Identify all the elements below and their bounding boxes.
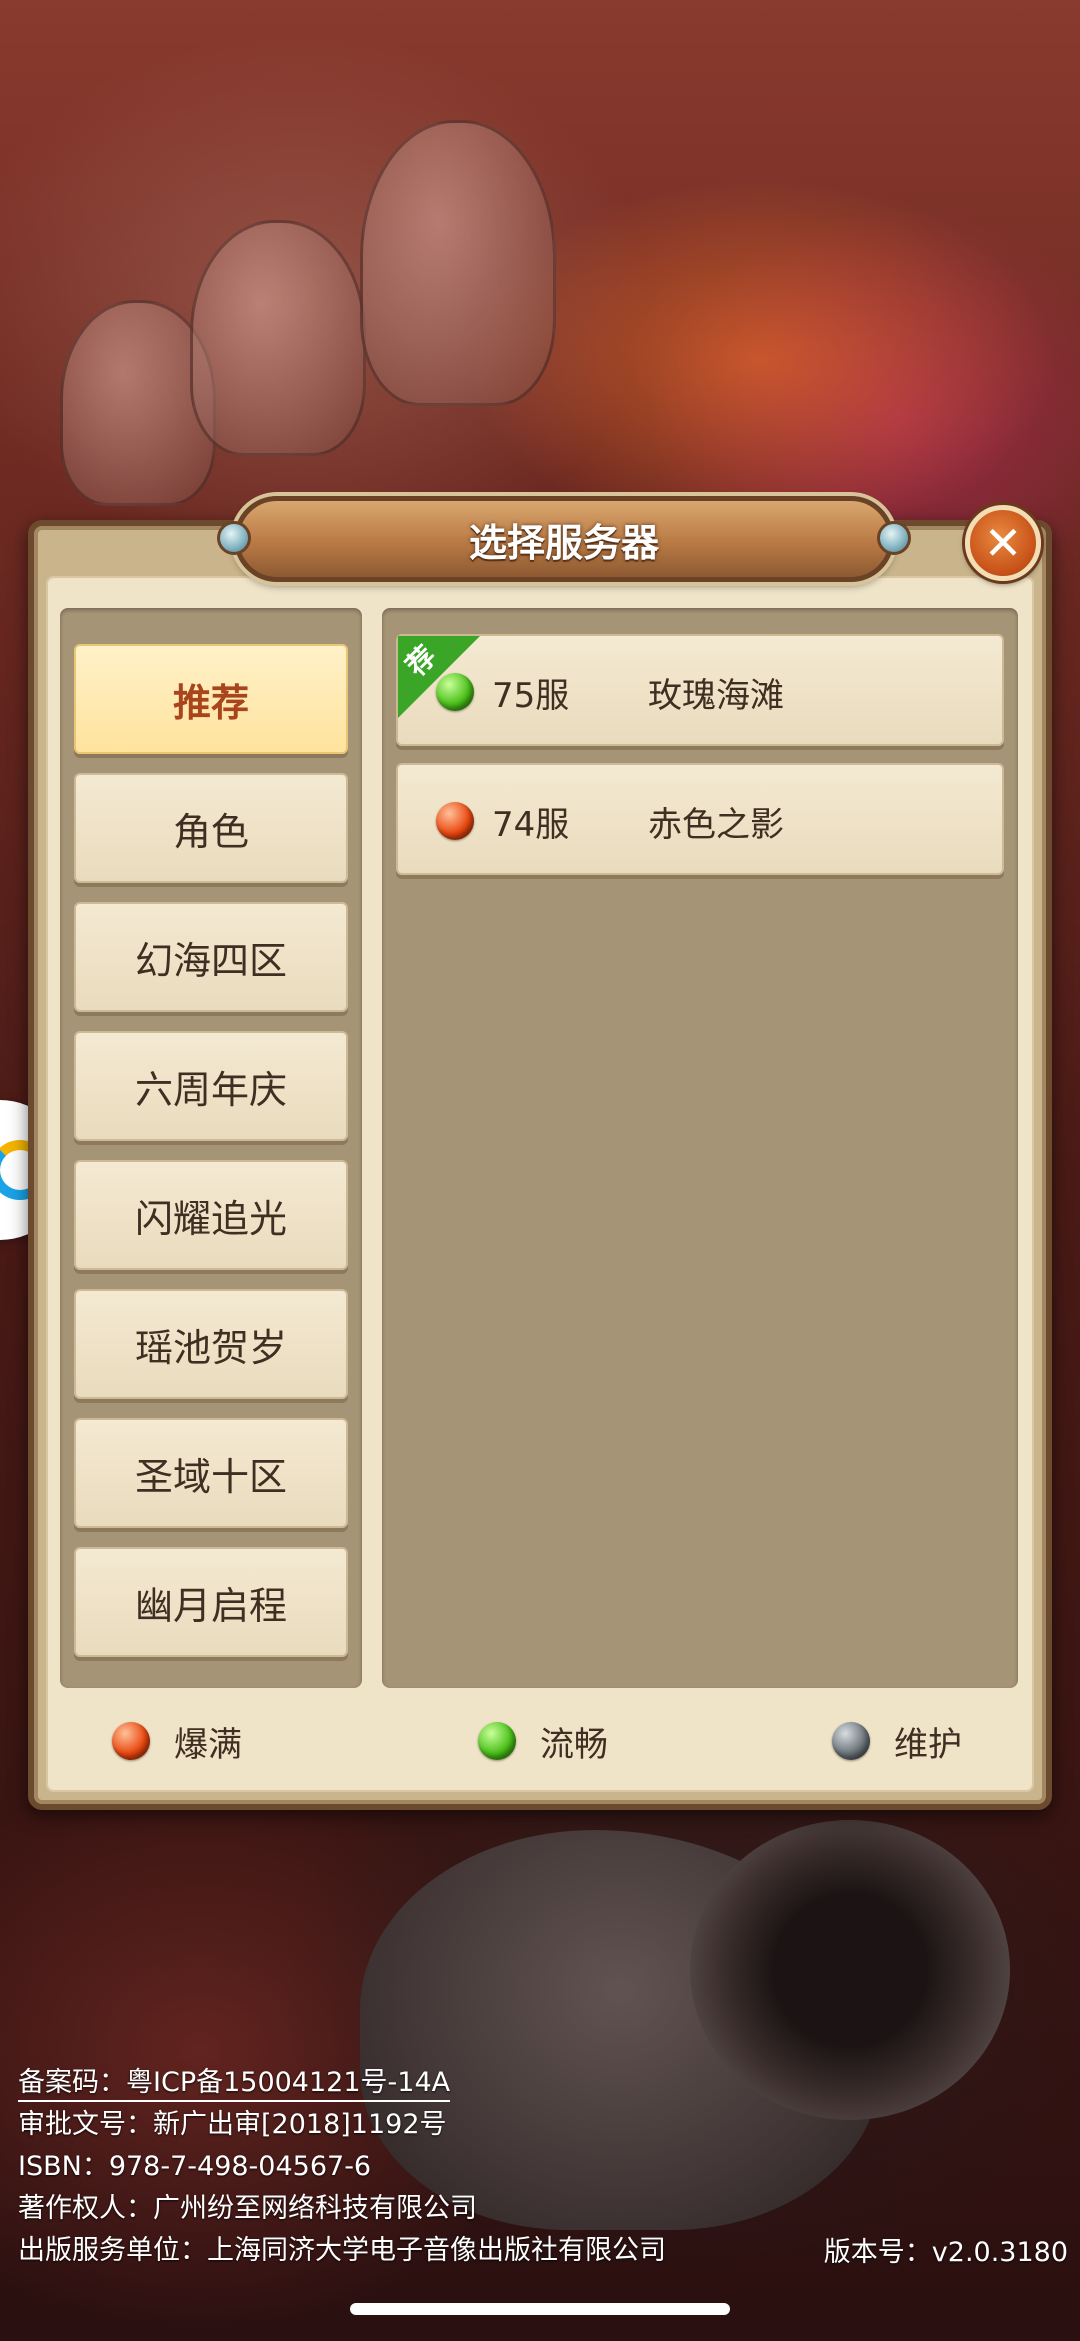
isbn: ISBN：978-7-498-04567-6 bbox=[18, 2151, 372, 2182]
server-list: 荐 75服 玫瑰海滩 74服 赤色之影 bbox=[382, 608, 1018, 1688]
tab-group[interactable]: 幽月启程 bbox=[74, 1547, 348, 1657]
tab-group[interactable]: 闪耀追光 bbox=[74, 1160, 348, 1270]
tab-group[interactable]: 六周年庆 bbox=[74, 1031, 348, 1141]
legend-label: 爆满 bbox=[174, 1724, 242, 1765]
background-cannon bbox=[690, 1820, 1010, 2120]
legend-maintenance: 维护 bbox=[832, 1716, 962, 1766]
legend-label: 流畅 bbox=[540, 1724, 608, 1765]
status-full-icon bbox=[112, 1722, 150, 1760]
status-smooth-icon bbox=[478, 1722, 516, 1760]
license-info: 备案码：粤ICP备15004121号-14A 审批文号：新广出审[2018]11… bbox=[18, 2062, 666, 2272]
server-name: 赤色之影 bbox=[648, 805, 784, 845]
title-gem-left bbox=[217, 521, 251, 555]
tab-recommended[interactable]: 推荐 bbox=[74, 644, 348, 754]
status-smooth-icon bbox=[436, 673, 474, 711]
legend-label: 维护 bbox=[894, 1724, 962, 1765]
dialog-title: 选择服务器 bbox=[468, 520, 659, 565]
server-id: 74服 bbox=[492, 805, 570, 845]
server-name: 玫瑰海滩 bbox=[648, 676, 784, 716]
status-full-icon bbox=[436, 802, 474, 840]
copyright-holder: 著作权人：广州纷至网络科技有限公司 bbox=[18, 2193, 477, 2224]
tab-roles[interactable]: 角色 bbox=[74, 773, 348, 883]
tab-group[interactable]: 幻海四区 bbox=[74, 902, 348, 1012]
approval-number: 审批文号：新广出审[2018]1192号 bbox=[18, 2109, 447, 2140]
tab-group[interactable]: 瑶池贺岁 bbox=[74, 1289, 348, 1399]
close-button[interactable]: ✕ bbox=[965, 505, 1041, 581]
server-row[interactable]: 荐 75服 玫瑰海滩 bbox=[396, 634, 1004, 746]
icp-link[interactable]: 备案码：粤ICP备15004121号-14A bbox=[18, 2067, 451, 2102]
legend-full: 爆满 bbox=[112, 1716, 242, 1766]
legend-smooth: 流畅 bbox=[478, 1716, 608, 1766]
dialog-title-plate: 选择服务器 bbox=[217, 496, 911, 582]
server-group-tabs: 推荐 角色 幻海四区 六周年庆 闪耀追光 瑶池贺岁 圣域十区 幽月启程 bbox=[60, 608, 362, 1688]
server-row[interactable]: 74服 赤色之影 bbox=[396, 763, 1004, 875]
tab-group[interactable]: 圣域十区 bbox=[74, 1418, 348, 1528]
server-id: 75服 bbox=[492, 676, 570, 716]
home-indicator[interactable] bbox=[350, 2303, 730, 2315]
version-number: 版本号：v2.0.3180 bbox=[823, 2237, 1068, 2268]
background-knight bbox=[360, 120, 556, 406]
status-maintenance-icon bbox=[832, 1722, 870, 1760]
title-gem-right bbox=[877, 521, 911, 555]
close-icon: ✕ bbox=[983, 516, 1023, 570]
publisher: 出版服务单位：上海同济大学电子音像出版社有限公司 bbox=[18, 2235, 666, 2266]
background-knight bbox=[190, 220, 366, 456]
